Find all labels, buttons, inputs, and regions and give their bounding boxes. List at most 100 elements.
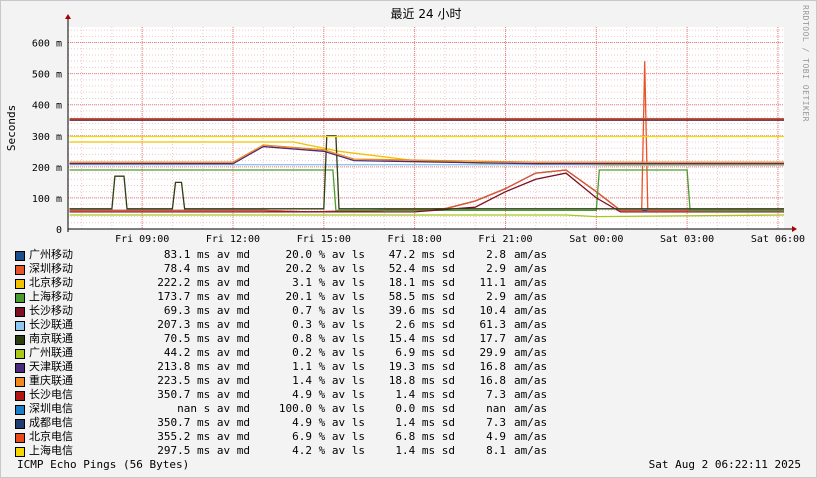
legend-unit: am/as [514, 332, 548, 345]
legend-loss: 6.9 % av ls [292, 430, 365, 443]
y-tick-label: 200 m [32, 163, 62, 174]
x-tick-label: Sat 00:00 [569, 234, 623, 245]
legend-sd: 1.4 ms sd [395, 444, 455, 457]
legend-amas: 2.9 [486, 290, 506, 303]
legend-sd: 18.1 ms sd [388, 276, 455, 289]
legend-sd: 39.6 ms sd [388, 304, 455, 317]
legend-swatch [15, 265, 25, 275]
legend-loss: 4.2 % av ls [292, 444, 365, 457]
legend-sd: 19.3 ms sd [388, 360, 455, 373]
legend-row: 上海移动 173.7 ms av md 20.1 % av ls 58.5 ms sd… [15, 290, 575, 304]
x-tick-label: Fri 21:00 [478, 234, 532, 245]
legend-row: 广州联通 44.2 ms av md 0.2 % av ls 6.9 ms sd 29.… [15, 346, 575, 360]
x-tick-label: Fri 09:00 [115, 234, 169, 245]
legend-loss: 1.4 % av ls [292, 374, 365, 387]
legend-name: 南京联通 [29, 332, 73, 345]
legend-sd: 1.4 ms sd [395, 416, 455, 429]
footer-timestamp: Sat Aug 2 06:22:11 2025 [648, 458, 801, 471]
legend-name: 北京电信 [29, 430, 73, 443]
legend-row: 长沙移动 69.3 ms av md 0.7 % av ls 39.6 ms sd 10… [15, 304, 575, 318]
legend-amas: 8.1 [486, 444, 506, 457]
legend-avg: 173.7 ms av md [157, 290, 250, 303]
legend-avg: 350.7 ms av md [157, 388, 250, 401]
legend-loss: 3.1 % av ls [292, 276, 365, 289]
legend-sd: 2.6 ms sd [395, 318, 455, 331]
x-tick-label: Fri 15:00 [297, 234, 351, 245]
legend-name: 长沙电信 [29, 388, 73, 401]
legend-avg: 222.2 ms av md [157, 276, 250, 289]
legend-swatch [15, 377, 25, 387]
legend-avg: 223.5 ms av md [157, 374, 250, 387]
legend-amas: 2.8 [486, 248, 506, 261]
legend-sd: 15.4 ms sd [388, 332, 455, 345]
legend-unit: am/as [514, 262, 548, 275]
legend-loss: 20.0 % av ls [285, 248, 365, 261]
legend-amas: 4.9 [486, 430, 506, 443]
legend-avg: 44.2 ms av md [163, 346, 250, 359]
legend-unit: am/as [514, 416, 548, 429]
legend-name: 北京移动 [29, 276, 73, 289]
y-axis-arrow [65, 14, 71, 19]
legend-swatch [15, 293, 25, 303]
legend-unit: am/as [514, 430, 548, 443]
legend-avg: 78.4 ms av md [163, 262, 250, 275]
legend-sd: 47.2 ms sd [388, 248, 455, 261]
legend-avg: 297.5 ms av md [157, 444, 250, 457]
legend-name: 重庆联通 [29, 374, 73, 387]
legend-amas: 29.9 [479, 346, 507, 359]
legend-row: 长沙电信 350.7 ms av md 4.9 % av ls 1.4 ms sd 7.… [15, 388, 575, 402]
y-tick-label: 0 [56, 225, 62, 236]
legend-name: 深圳移动 [29, 262, 73, 275]
y-tick-label: 500 m [32, 70, 62, 81]
legend-sd: 6.9 ms sd [395, 346, 455, 359]
legend-sd: 0.0 ms sd [395, 402, 455, 415]
legend-amas: 7.3 [486, 416, 506, 429]
legend-row: 北京电信 355.2 ms av md 6.9 % av ls 6.8 ms sd 4.… [15, 430, 575, 444]
legend-name: 长沙联通 [29, 318, 73, 331]
plot-area [68, 27, 784, 229]
legend-name: 长沙移动 [29, 304, 73, 317]
legend-row: 天津联通 213.8 ms av md 1.1 % av ls 19.3 ms sd 1… [15, 360, 575, 374]
y-tick-label: 600 m [32, 39, 62, 50]
legend-unit: am/as [514, 248, 548, 261]
y-tick-label: 300 m [32, 132, 62, 143]
legend-loss: 0.8 % av ls [292, 332, 365, 345]
legend-loss: 4.9 % av ls [292, 388, 365, 401]
legend-swatch [15, 405, 25, 415]
legend-unit: am/as [514, 374, 548, 387]
legend-avg: 69.3 ms av md [163, 304, 250, 317]
legend-swatch [15, 321, 25, 331]
legend-amas: 2.9 [486, 262, 506, 275]
legend-name: 成都电信 [29, 416, 73, 429]
legend-swatch [15, 447, 25, 457]
legend-avg: 70.5 ms av md [163, 332, 250, 345]
legend-swatch [15, 251, 25, 261]
legend-amas: 7.3 [486, 388, 506, 401]
graph-frame: 0 100 m 200 m 300 m 400 m 500 m 600 m Fri 09:00… [0, 0, 817, 478]
legend-avg: 213.8 ms av md [157, 360, 250, 373]
legend-swatch [15, 279, 25, 289]
legend-amas: nan [486, 402, 506, 415]
legend-swatch [15, 419, 25, 429]
legend-avg: 355.2 ms av md [157, 430, 250, 443]
legend-row: 广州移动 83.1 ms av md 20.0 % av ls 47.2 ms sd 2… [15, 248, 575, 262]
legend-loss: 20.1 % av ls [285, 290, 365, 303]
legend-amas: 61.3 [479, 318, 507, 331]
legend-name: 广州移动 [29, 248, 73, 261]
legend-name: 上海移动 [29, 290, 73, 303]
legend-avg: nan s av md [177, 402, 250, 415]
legend-sd: 6.8 ms sd [395, 430, 455, 443]
legend-loss: 100.0 % av ls [278, 402, 365, 415]
legend-sd: 58.5 ms sd [388, 290, 455, 303]
legend-loss: 0.3 % av ls [292, 318, 365, 331]
legend-unit: am/as [514, 346, 548, 359]
legend-swatch [15, 335, 25, 345]
legend-unit: am/as [514, 318, 548, 331]
legend-row: 成都电信 350.7 ms av md 4.9 % av ls 1.4 ms sd 7.… [15, 416, 575, 430]
x-tick-label: Sat 03:00 [660, 234, 714, 245]
legend-unit: am/as [514, 290, 548, 303]
y-tick-label: 100 m [32, 194, 62, 205]
y-tick-label: 400 m [32, 101, 62, 112]
legend-loss: 4.9 % av ls [292, 416, 365, 429]
legend-loss: 1.1 % av ls [292, 360, 365, 373]
